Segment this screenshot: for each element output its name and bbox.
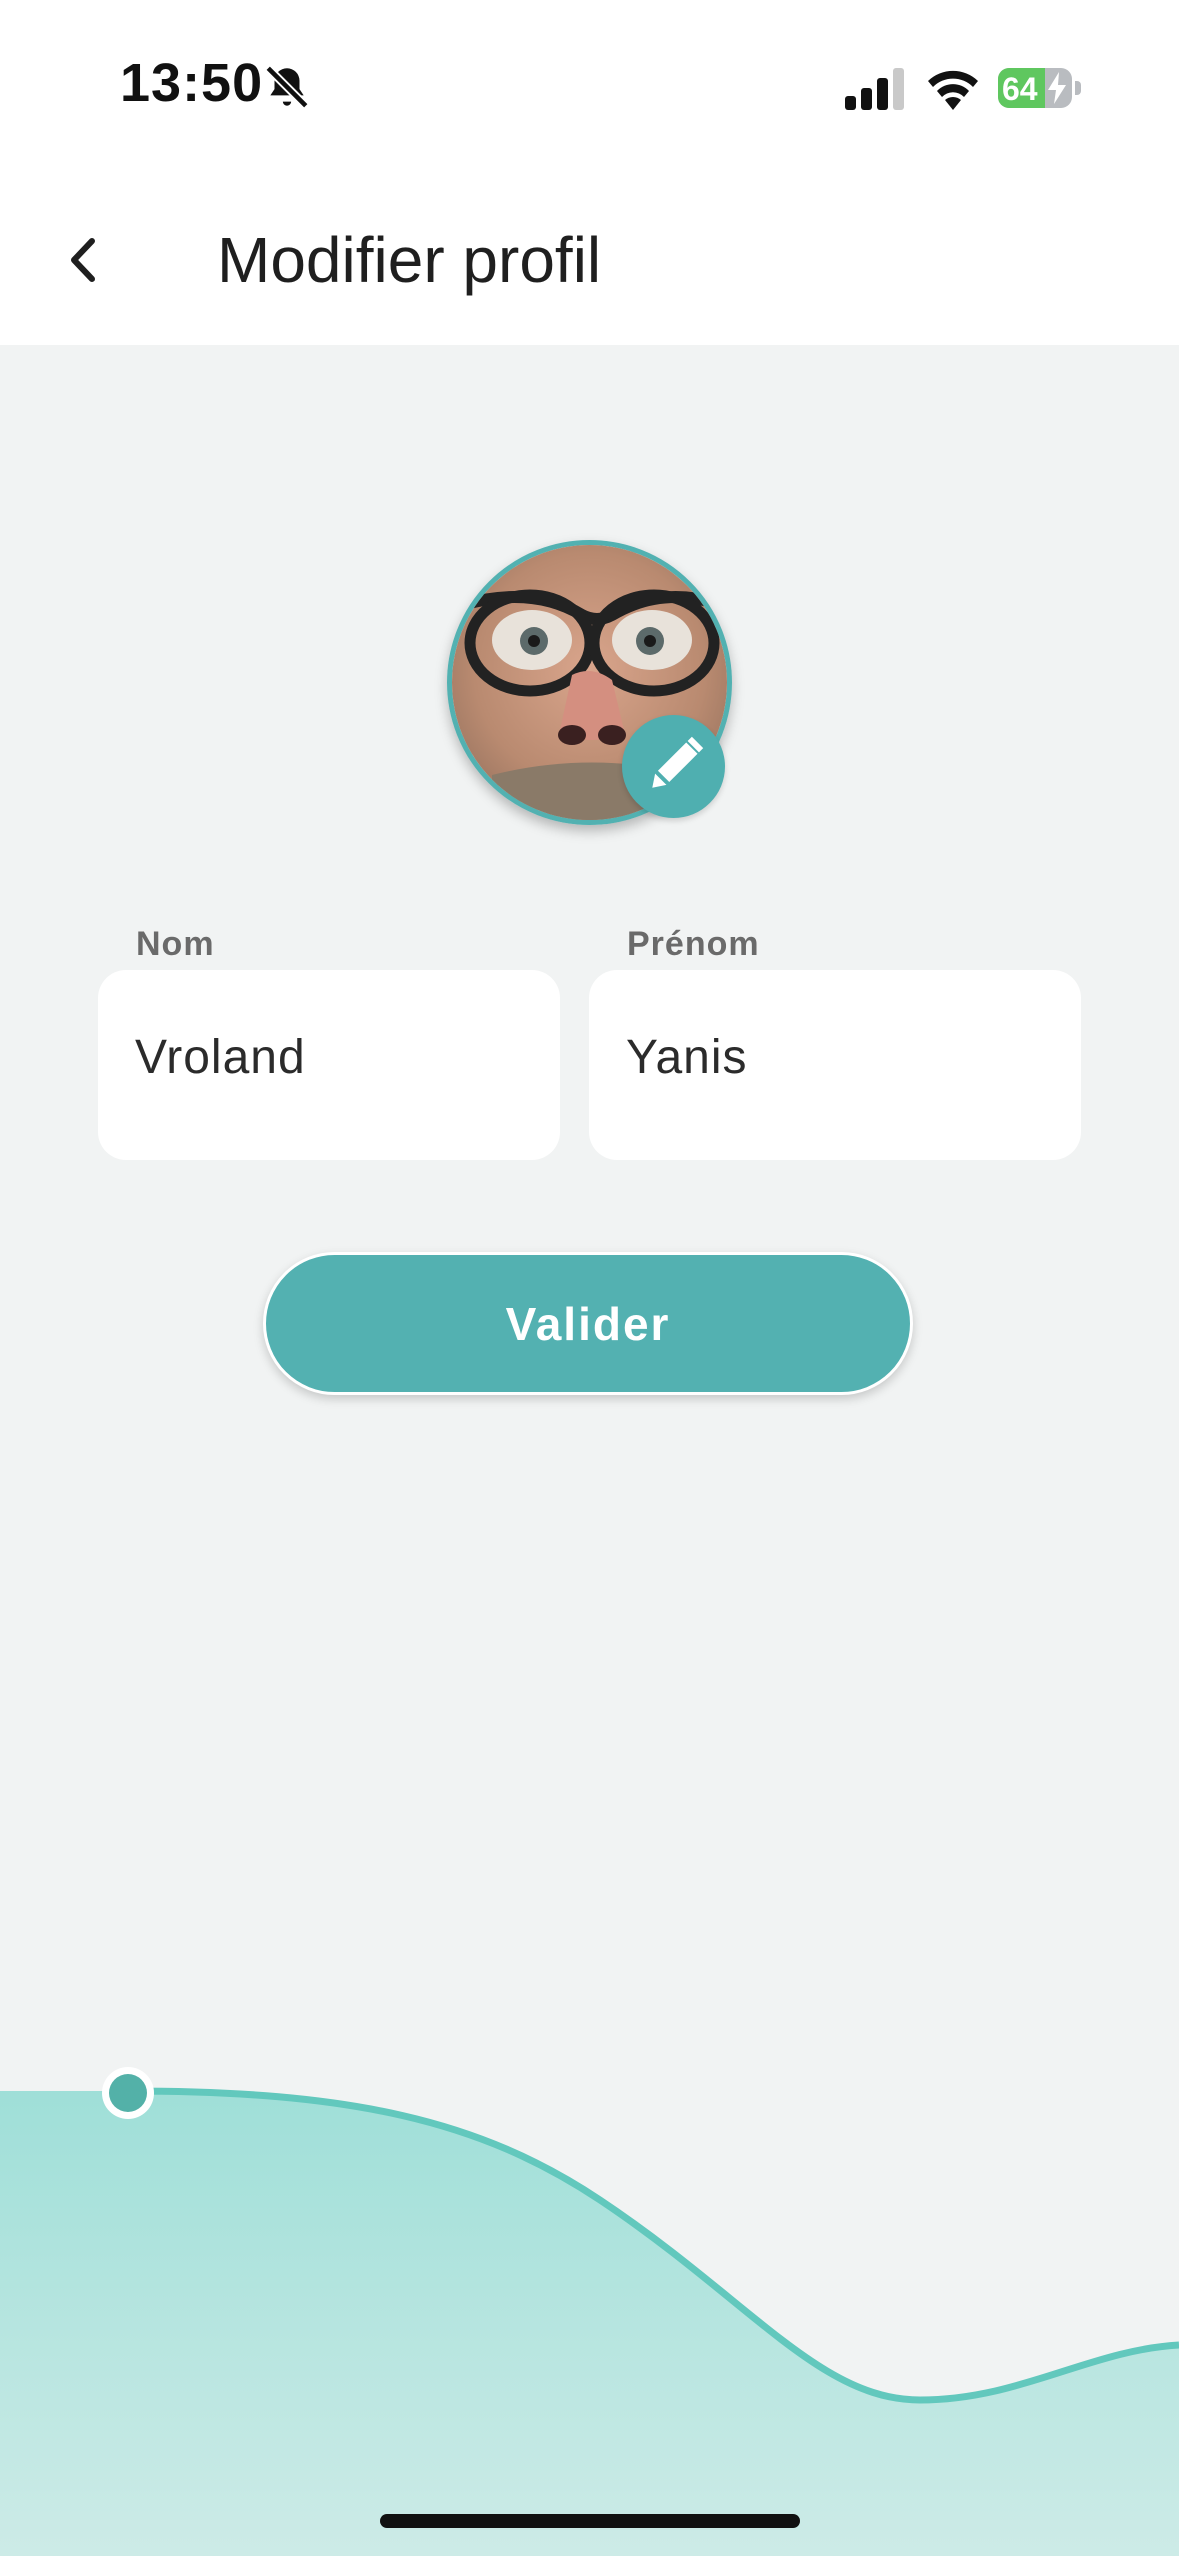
prenom-input-box[interactable] bbox=[589, 970, 1081, 1160]
status-bar: 13:50 64 bbox=[0, 0, 1179, 175]
page-title: Modifier profil bbox=[217, 224, 602, 296]
wifi-icon bbox=[928, 70, 978, 110]
app-header: Modifier profil bbox=[0, 175, 1179, 345]
edit-avatar-button[interactable] bbox=[622, 715, 725, 818]
nom-input-box[interactable] bbox=[98, 970, 560, 1160]
pencil-icon bbox=[652, 736, 704, 788]
nom-label: Nom bbox=[136, 925, 215, 963]
status-time: 13:50 bbox=[120, 53, 264, 113]
prenom-label: Prénom bbox=[627, 925, 760, 963]
decorative-wave bbox=[0, 2067, 1179, 2556]
avatar-section bbox=[447, 540, 732, 825]
battery-charging-icon: 64 bbox=[998, 68, 1082, 108]
charging-bolt-icon bbox=[1048, 72, 1066, 104]
battery-level: 64 bbox=[1002, 71, 1038, 107]
nom-input[interactable] bbox=[135, 1030, 537, 1085]
valider-button[interactable]: Valider bbox=[263, 1252, 913, 1395]
prenom-field: Prénom bbox=[589, 925, 1081, 1165]
home-indicator[interactable] bbox=[380, 2514, 800, 2528]
prenom-input[interactable] bbox=[626, 1030, 1058, 1085]
bell-slash-icon bbox=[265, 65, 309, 109]
back-button[interactable] bbox=[50, 225, 120, 295]
nom-field: Nom bbox=[98, 925, 560, 1165]
cellular-signal-icon bbox=[845, 68, 904, 110]
